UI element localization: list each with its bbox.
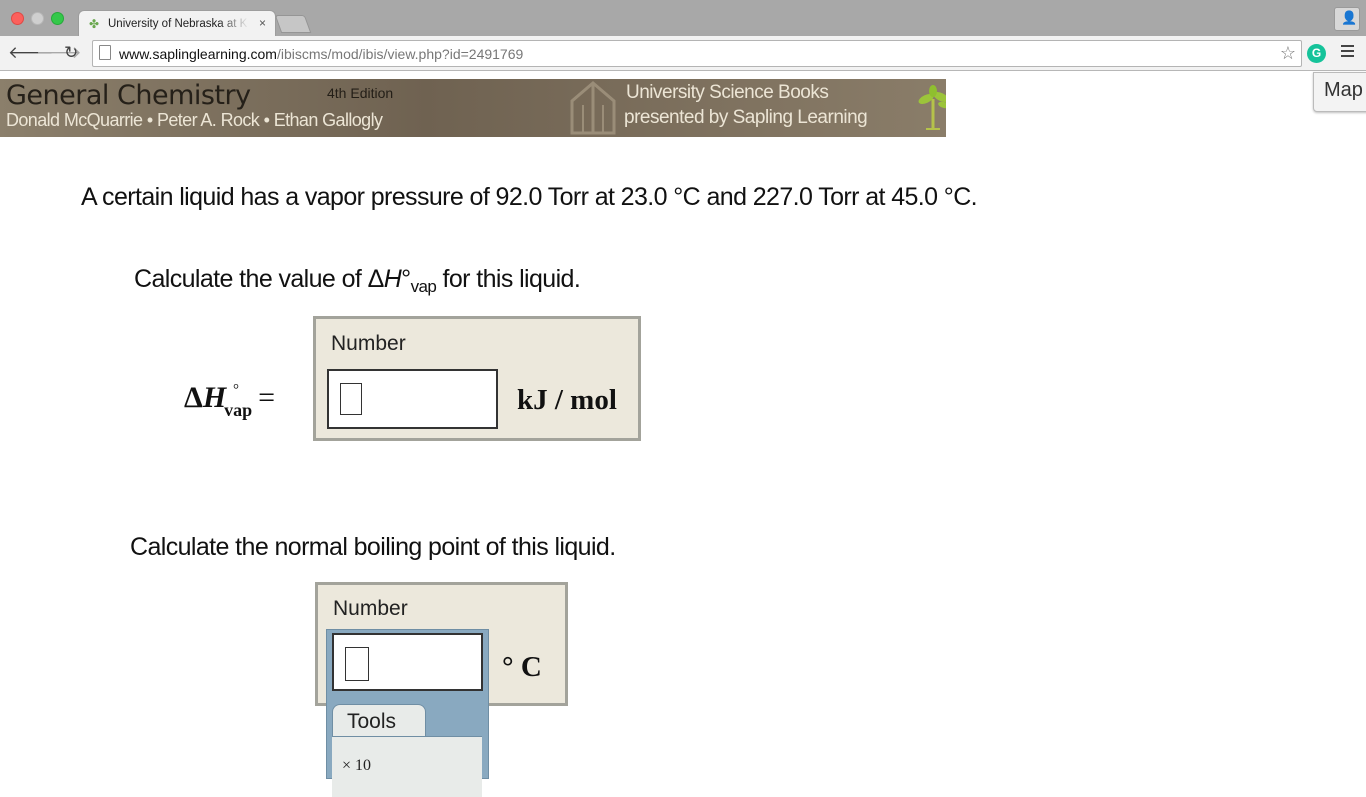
window-close-button[interactable] — [11, 12, 24, 25]
map-tab-label: Map — [1324, 79, 1363, 101]
bookmark-star-icon[interactable]: ☆ — [1280, 43, 1296, 63]
textbook-banner: General Chemistry 4th Edition Donald McQ… — [0, 79, 946, 137]
url-host: www.saplinglearning.com — [119, 46, 277, 62]
tools-panel: × 10 — [332, 736, 482, 797]
reload-icon[interactable]: ↻ — [64, 43, 78, 63]
answer-box-title: Number — [333, 597, 408, 620]
address-bar[interactable]: www.saplinglearning.com/ibiscms/mod/ibis… — [92, 40, 1302, 67]
part1-h: H — [383, 265, 402, 293]
part1-deg: ° — [401, 265, 411, 293]
enthalpy-h: H — [202, 381, 227, 414]
answer-box-title: Number — [331, 332, 406, 355]
enthalpy-unit: kJ / mol — [517, 384, 617, 416]
equals-sign: = — [258, 381, 276, 414]
boiling-point-number-input[interactable] — [332, 633, 483, 691]
part1-prefix: Calculate the value of Δ — [134, 265, 384, 293]
publisher-name: University Science Books — [626, 82, 829, 103]
map-side-tab[interactable]: Map — [1313, 72, 1366, 112]
book-title: General Chemistry — [6, 80, 251, 111]
part1-suffix: for this liquid. — [436, 265, 581, 293]
url-text[interactable]: www.saplinglearning.com/ibiscms/mod/ibis… — [119, 46, 523, 62]
input-cursor-box[interactable] — [340, 383, 362, 415]
presented-by: presented by Sapling Learning — [624, 107, 868, 128]
window-maximize-button[interactable] — [51, 12, 64, 25]
browser-tab-active[interactable]: ✤ University of Nebraska at Ke × — [78, 10, 276, 37]
window-minimize-button[interactable] — [31, 12, 44, 25]
tools-tab-label: Tools — [347, 710, 397, 733]
boiling-point-unit: ° C — [502, 651, 542, 683]
browser-titlebar: ✤ University of Nebraska at Ke × 👤 — [0, 0, 1366, 37]
tab-title-fade — [219, 15, 249, 33]
person-icon: 👤 — [1341, 10, 1358, 25]
publisher-logo-icon — [570, 81, 616, 135]
page-icon — [99, 45, 111, 60]
delta-symbol: Δ — [184, 381, 203, 414]
times-ten-power-button[interactable]: × 10 — [342, 757, 371, 775]
browser-toolbar: 🡐 🡒 ↻ www.saplinglearning.com/ibiscms/mo… — [0, 36, 1366, 71]
url-path: /ibiscms/mod/ibis/view.php?id=2491769 — [276, 46, 524, 62]
sapling-sprout-icon — [918, 85, 946, 130]
answer-box-enthalpy: Number kJ / mol — [313, 316, 641, 441]
sapling-favicon-icon: ✤ — [89, 17, 100, 31]
book-authors: Donald McQuarrie • Peter A. Rock • Ethan… — [6, 110, 383, 130]
profile-button[interactable]: 👤 — [1334, 7, 1360, 31]
new-tab-button[interactable] — [274, 15, 312, 33]
question-text: A certain liquid has a vapor pressure of… — [81, 183, 978, 211]
book-edition: 4th Edition — [327, 85, 394, 101]
answer-box-boiling-point: Number Tools × 10 ° C — [315, 582, 568, 797]
grammarly-extension-icon[interactable]: G — [1307, 44, 1326, 63]
tab-close-icon[interactable]: × — [259, 16, 266, 30]
part1-prompt: Calculate the value of ΔH°vap for this l… — [134, 264, 581, 302]
enthalpy-number-input[interactable] — [327, 369, 498, 429]
input-focus-panel: Tools × 10 — [326, 629, 489, 797]
input-cursor-box[interactable] — [345, 647, 369, 681]
browser-menu-icon[interactable] — [1341, 45, 1354, 59]
tools-tab[interactable]: Tools — [332, 704, 426, 737]
part2-prompt: Calculate the normal boiling point of th… — [130, 533, 616, 561]
part1-sub: vap — [410, 277, 437, 296]
delta-h-vap-label: ΔH ° vap = — [184, 380, 276, 420]
vap-subscript: vap — [224, 400, 253, 420]
